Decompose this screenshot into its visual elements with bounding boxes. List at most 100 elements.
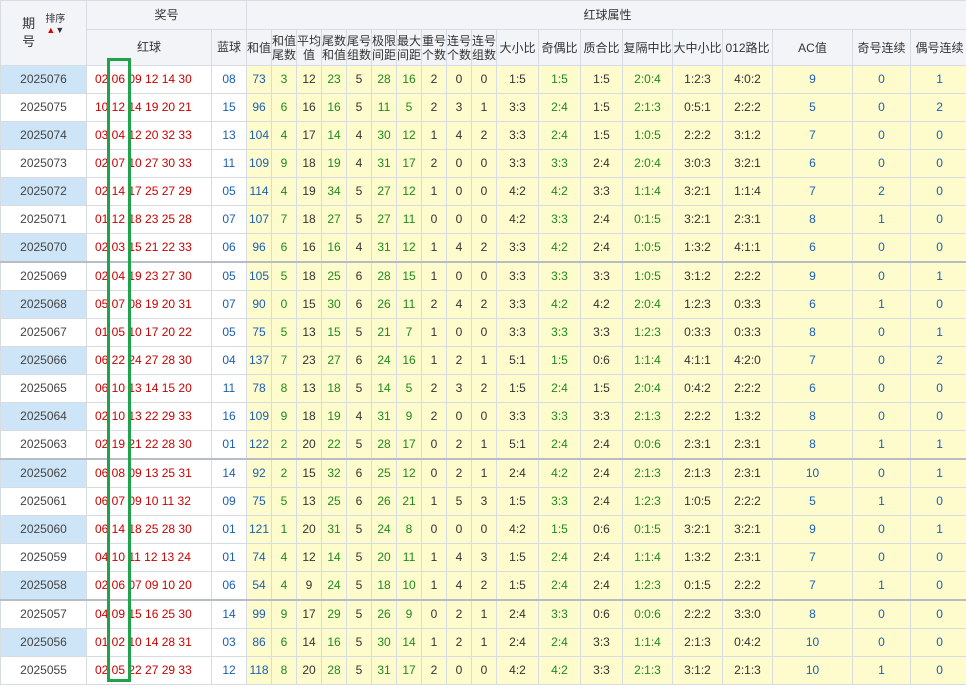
attr-cell: 1 xyxy=(910,318,966,347)
attr-cell: 1 xyxy=(421,261,448,291)
attr-cell: 1 xyxy=(421,543,448,572)
table-row[interactable]: 2025065 06 10 13 14 15 20 11 78 8 13 18 5 14 5 2 3 2… xyxy=(0,374,966,403)
attr-cell: 18 xyxy=(296,149,323,178)
attr-cell: 6 xyxy=(346,346,373,375)
table-row[interactable]: 2025075 10 12 14 19 20 21 15 96 6 16 16 5 11 5 2 3 1… xyxy=(0,93,966,122)
issue-cell: 2025076 xyxy=(0,65,87,94)
table-row[interactable]: 2025055 02 05 22 27 29 33 12 118 8 20 28 5 31 17 2… xyxy=(0,656,966,685)
attr-cell: 1:5 xyxy=(496,65,540,94)
table-row[interactable]: 2025059 04 10 11 12 13 24 01 74 4 12 14 5 20 11 1 4… xyxy=(0,543,966,572)
attr-cell: 26 xyxy=(371,487,398,516)
attr-cell: 0 xyxy=(910,599,966,629)
attr-cell: 4:2 xyxy=(538,233,582,263)
attr-cell: 2:4 xyxy=(580,149,624,178)
issue-cell: 2025073 xyxy=(0,149,87,178)
red-balls-cell: 10 12 14 19 20 21 xyxy=(86,93,212,122)
attr-cell: 0 xyxy=(910,149,966,178)
issue-header[interactable]: 期号 排序 ▲▼ xyxy=(0,0,87,66)
table-row[interactable]: 2025058 02 06 07 09 10 20 06 54 4 9 24 5 18 10 1 4 2… xyxy=(0,571,966,601)
attr-cell: 2:4 xyxy=(538,121,582,150)
sort-toggle[interactable]: 排序 ▲▼ xyxy=(45,14,66,36)
attr-cell: 0 xyxy=(421,599,448,629)
attr-cell: 3:3 xyxy=(496,290,540,319)
attr-cell: 10 xyxy=(772,628,854,657)
red-balls-cell: 02 07 10 27 30 33 xyxy=(86,149,212,178)
issue-cell: 2025068 xyxy=(0,290,87,319)
table-row[interactable]: 2025069 02 04 19 23 27 30 05 105 5 18 25 6 28 15 1… xyxy=(0,261,966,291)
attr-cell: 30 xyxy=(371,628,398,657)
attr-cell: 7 xyxy=(772,177,854,206)
attr-cell: 8 xyxy=(772,205,854,234)
table-row[interactable]: 2025074 03 04 12 20 32 33 13 104 4 17 14 4 30 12 1… xyxy=(0,121,966,150)
issue-cell: 2025058 xyxy=(0,571,87,601)
table-row[interactable]: 2025068 05 07 08 19 20 31 07 90 0 15 30 6 26 11 2 4… xyxy=(0,290,966,319)
attr-cell: 5 xyxy=(346,571,373,601)
attr-cell: 1:3:2 xyxy=(672,233,724,263)
attr-cell: 2:4 xyxy=(580,571,624,601)
attr-cell: 2 xyxy=(421,149,448,178)
attr-cell: 0 xyxy=(421,205,448,234)
attr-col-header: 最大间距 xyxy=(396,29,423,66)
blue-ball-cell: 01 xyxy=(210,543,248,572)
attr-cell: 1:2:3 xyxy=(622,571,674,601)
table-row[interactable]: 2025067 01 05 10 17 20 22 05 75 5 13 15 5 21 7 1 0 0… xyxy=(0,318,966,347)
attr-cell: 8 xyxy=(772,402,854,431)
attr-cell: 4:0:2 xyxy=(722,65,774,94)
attr-cell: 1 xyxy=(852,205,912,234)
table-row[interactable]: 2025062 06 08 09 13 25 31 14 92 2 15 32 6 25 12 0 2… xyxy=(0,458,966,488)
attr-cell: 2:4 xyxy=(580,233,624,263)
table-row[interactable]: 2025064 02 10 13 22 29 33 16 109 9 18 19 4 31 9 2 0… xyxy=(0,402,966,431)
table-row[interactable]: 2025073 02 07 10 27 30 33 11 109 9 18 19 4 31 17 2… xyxy=(0,149,966,178)
table-row[interactable]: 2025063 02 19 21 22 28 30 01 122 2 20 22 5 28 17 0… xyxy=(0,430,966,460)
table-row[interactable]: 2025066 06 22 24 27 28 30 04 137 7 23 27 6 24 16 1… xyxy=(0,346,966,375)
sort-label: 排序 xyxy=(45,14,66,25)
attr-cell: 0 xyxy=(421,430,448,460)
blue-ball-cell: 11 xyxy=(210,374,248,403)
attr-cell: 0 xyxy=(852,543,912,572)
attr-cell: 6 xyxy=(346,290,373,319)
attr-cell: 1:2:3 xyxy=(672,65,724,94)
attr-cell: 1 xyxy=(852,656,912,685)
table-row[interactable]: 2025070 02 03 15 21 22 33 06 96 6 16 16 4 31 12 1 4… xyxy=(0,233,966,263)
attr-cell: 25 xyxy=(321,261,348,291)
attr-cell: 5 xyxy=(346,430,373,460)
attr-cell: 2 xyxy=(471,571,498,601)
attr-cell: 12 xyxy=(296,543,323,572)
attr-cell: 10 xyxy=(396,571,423,601)
attr-cell: 19 xyxy=(321,149,348,178)
attr-cell: 1:5 xyxy=(496,571,540,601)
attr-cell: 14 xyxy=(296,628,323,657)
attr-cell: 18 xyxy=(296,205,323,234)
table-row[interactable]: 2025057 04 09 15 16 25 30 14 99 9 17 29 5 26 9 0 2 1… xyxy=(0,599,966,629)
attr-cell: 2:1:3 xyxy=(622,402,674,431)
blue-ball-cell: 01 xyxy=(210,430,248,460)
attr-cell: 2:2:2 xyxy=(722,487,774,516)
attr-cell: 15 xyxy=(296,290,323,319)
table-row[interactable]: 2025072 02 14 17 25 27 29 05 114 4 19 34 5 27 12 1… xyxy=(0,177,966,206)
attr-cell: 16 xyxy=(321,93,348,122)
attr-cell: 3:2:1 xyxy=(722,149,774,178)
table-row[interactable]: 2025076 02 06 09 12 14 30 08 73 3 12 23 5 28 16 2 0… xyxy=(0,65,966,94)
blue-ball-cell: 12 xyxy=(210,656,248,685)
attr-cell: 1 xyxy=(910,65,966,94)
attr-cell: 27 xyxy=(321,205,348,234)
table-row[interactable]: 2025056 01 02 10 14 28 31 03 86 6 14 16 5 30 14 1 2… xyxy=(0,628,966,657)
attr-cell: 0 xyxy=(446,261,473,291)
attr-cell: 0 xyxy=(471,177,498,206)
attr-cell: 9 xyxy=(772,65,854,94)
table-row[interactable]: 2025071 01 12 18 23 25 28 07 107 7 18 27 5 27 11 0… xyxy=(0,205,966,234)
table-row[interactable]: 2025060 06 14 18 25 28 30 01 121 1 20 31 5 24 8 0 0… xyxy=(0,515,966,544)
red-balls-cell: 02 04 19 23 27 30 xyxy=(86,261,212,291)
attr-cell: 14 xyxy=(371,374,398,403)
attr-cell: 3:3:0 xyxy=(722,599,774,629)
attr-cell: 2:4 xyxy=(538,93,582,122)
attr-cell: 109 xyxy=(246,402,273,431)
attr-cell: 0 xyxy=(852,402,912,431)
attr-cell: 29 xyxy=(321,599,348,629)
blue-ball-cell: 15 xyxy=(210,93,248,122)
attr-col-header: 偶号连续 xyxy=(910,29,966,66)
attr-cell: 1:2:3 xyxy=(622,487,674,516)
table-row[interactable]: 2025061 06 07 09 10 11 32 09 75 5 13 25 6 26 21 1 5… xyxy=(0,487,966,516)
attr-cell: 3:3 xyxy=(496,233,540,263)
attr-cell: 30 xyxy=(321,290,348,319)
